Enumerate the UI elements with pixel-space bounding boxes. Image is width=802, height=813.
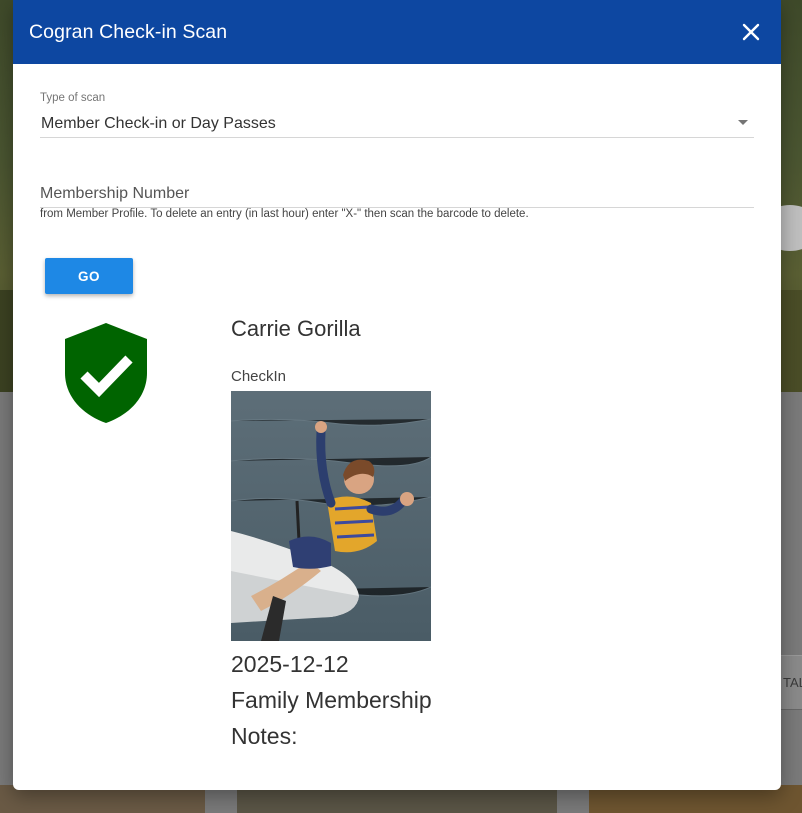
background-tab: TAL bbox=[781, 655, 802, 710]
membership-date: 2025-12-12 bbox=[231, 651, 349, 677]
member-photo bbox=[231, 391, 431, 641]
membership-number-field bbox=[40, 180, 754, 208]
scan-type-select[interactable]: Type of scan Member Check-in or Day Pass… bbox=[40, 92, 754, 138]
background-tab-label: TAL bbox=[783, 675, 802, 690]
shield-check-icon bbox=[65, 323, 147, 423]
checkin-scan-dialog: Cogran Check-in Scan Type of scan Member… bbox=[13, 0, 781, 790]
member-name: Carrie Gorilla bbox=[231, 316, 361, 341]
checkin-type-label: CheckIn bbox=[231, 368, 287, 385]
close-button[interactable] bbox=[737, 18, 765, 46]
dropdown-arrow-icon bbox=[738, 120, 748, 125]
membership-number-input[interactable] bbox=[40, 180, 754, 203]
dialog-header: Cogran Check-in Scan bbox=[13, 0, 781, 64]
close-icon bbox=[742, 23, 760, 41]
membership-number-hint: from Member Profile. To delete an entry … bbox=[40, 208, 529, 220]
membership-type: Family Membership bbox=[231, 687, 432, 713]
go-button[interactable]: GO bbox=[45, 258, 133, 294]
dialog-title: Cogran Check-in Scan bbox=[29, 20, 228, 43]
notes-label: Notes: bbox=[231, 723, 298, 749]
scan-type-label: Type of scan bbox=[40, 92, 106, 104]
scan-type-value: Member Check-in or Day Passes bbox=[41, 115, 276, 132]
